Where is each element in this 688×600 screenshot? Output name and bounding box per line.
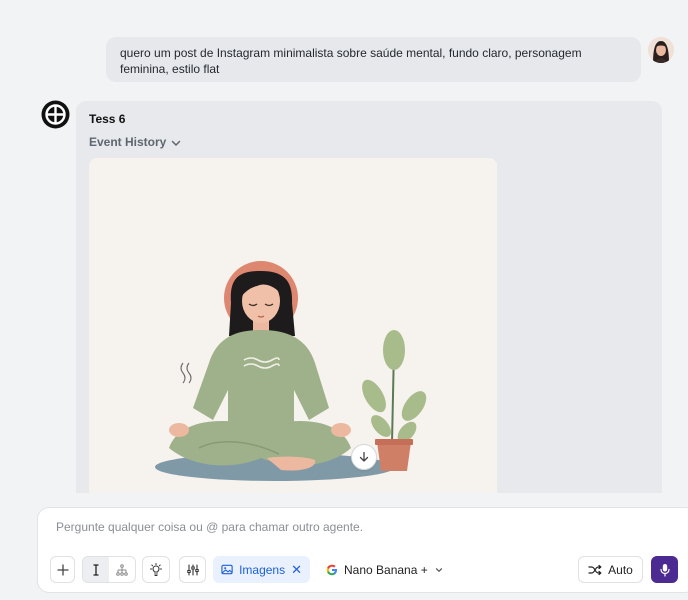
- mode-toggle-group: [82, 556, 136, 583]
- images-chip-close-button[interactable]: ✕: [291, 563, 302, 576]
- images-chip-label: Imagens: [239, 562, 286, 577]
- meditation-illustration: [89, 158, 497, 493]
- ideas-button[interactable]: [142, 556, 170, 583]
- hierarchy-icon: [116, 563, 128, 576]
- bot-avatar: [41, 100, 70, 129]
- microphone-button[interactable]: [651, 556, 678, 583]
- mode-text-button[interactable]: [83, 557, 109, 582]
- images-tool-chip[interactable]: Imagens ✕: [213, 556, 310, 583]
- bot-name: Tess 6: [89, 112, 126, 126]
- lightbulb-icon: [150, 562, 162, 576]
- chevron-down-icon: [172, 140, 181, 146]
- message-composer: Imagens ✕ Nano Banana + Auto: [37, 507, 688, 593]
- user-message-bubble: quero um post de Instagram minimalista s…: [106, 37, 641, 82]
- event-history-label: Event History: [89, 135, 167, 149]
- settings-button[interactable]: [179, 556, 206, 583]
- cursor-icon: [93, 563, 99, 576]
- user-message-line-2: feminina, estilo flat: [120, 62, 220, 76]
- model-selector[interactable]: Nano Banana +: [322, 556, 448, 583]
- sliders-icon: [186, 563, 199, 576]
- microphone-icon: [659, 563, 670, 577]
- chat-input[interactable]: [56, 520, 656, 534]
- add-button[interactable]: [50, 556, 75, 583]
- user-message-line-1: quero um post de Instagram minimalista s…: [120, 46, 582, 60]
- plus-icon: [56, 563, 69, 576]
- image-icon: [221, 564, 233, 575]
- auto-mode-button[interactable]: Auto: [578, 556, 643, 583]
- tess-logo-icon: [41, 100, 70, 129]
- event-history-toggle[interactable]: Event History: [89, 135, 182, 149]
- generated-image[interactable]: [89, 158, 497, 493]
- chevron-down-icon: [435, 567, 442, 572]
- bot-response-card: Tess 6 Event History: [76, 101, 662, 493]
- model-label: Nano Banana +: [344, 562, 428, 577]
- mode-tree-button[interactable]: [109, 557, 135, 582]
- auto-label: Auto: [608, 562, 633, 577]
- shuffle-icon: [588, 564, 602, 575]
- google-icon: [326, 564, 337, 575]
- download-arrow-icon: [359, 451, 369, 462]
- user-avatar[interactable]: [648, 37, 674, 63]
- download-button[interactable]: [351, 444, 377, 470]
